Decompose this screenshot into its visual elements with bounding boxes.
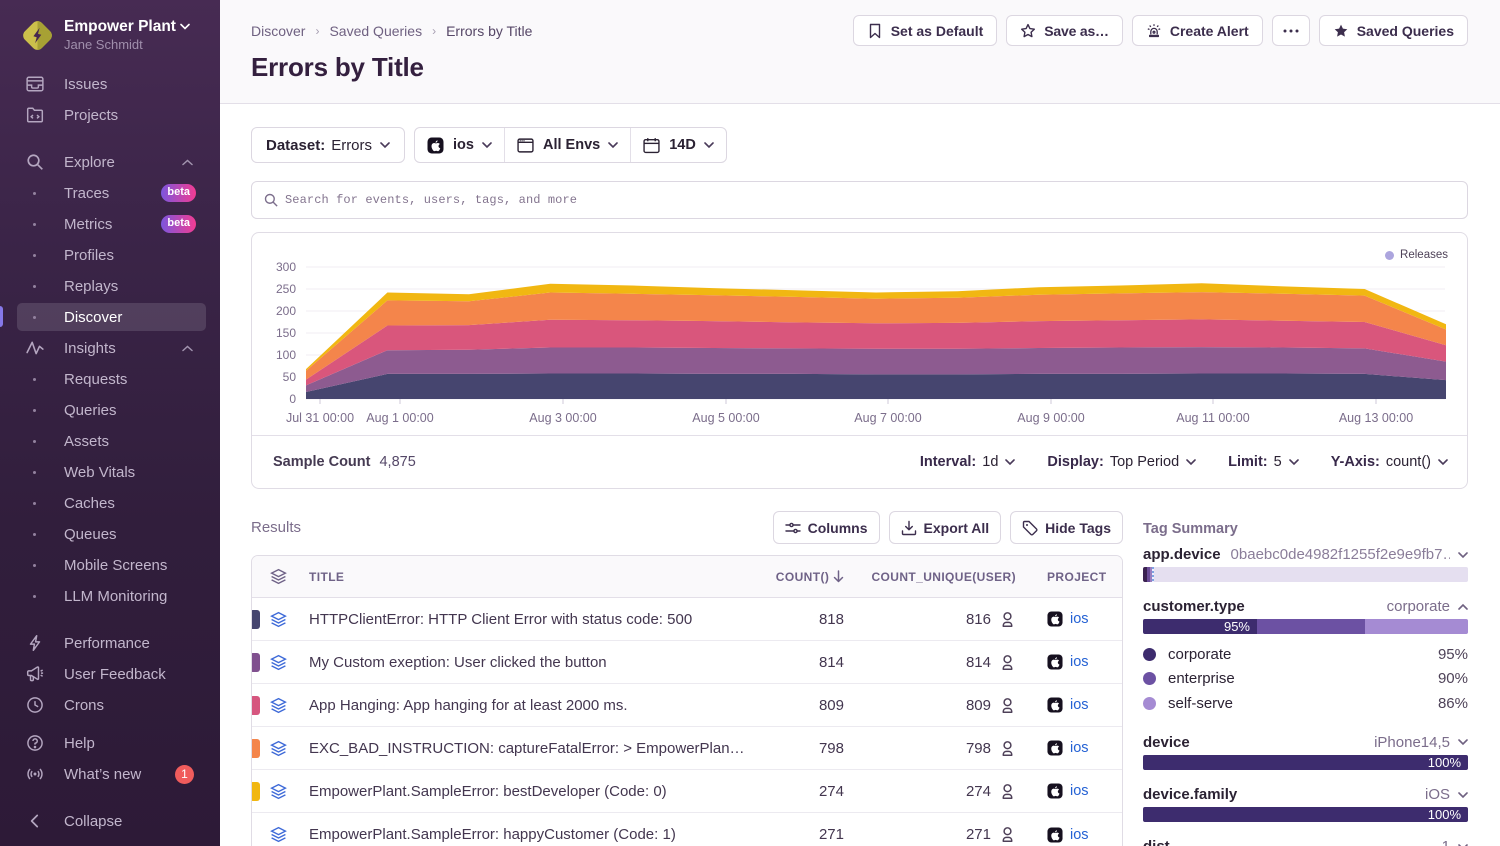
svg-text:Aug 13 00:00: Aug 13 00:00 bbox=[1339, 411, 1413, 425]
svg-text:100: 100 bbox=[276, 348, 296, 362]
svg-text:Jul 31 00:00: Jul 31 00:00 bbox=[286, 411, 354, 425]
svg-text:Aug 7 00:00: Aug 7 00:00 bbox=[854, 411, 921, 425]
svg-text:300: 300 bbox=[276, 260, 296, 274]
svg-text:Aug 11 00:00: Aug 11 00:00 bbox=[1176, 411, 1249, 425]
svg-text:0: 0 bbox=[289, 392, 296, 406]
svg-text:Aug 1 00:00: Aug 1 00:00 bbox=[366, 411, 433, 425]
svg-text:200: 200 bbox=[276, 304, 296, 318]
svg-text:Aug 3 00:00: Aug 3 00:00 bbox=[529, 411, 596, 425]
svg-text:Aug 9 00:00: Aug 9 00:00 bbox=[1017, 411, 1084, 425]
svg-text:150: 150 bbox=[276, 326, 296, 340]
svg-text:Aug 5 00:00: Aug 5 00:00 bbox=[692, 411, 759, 425]
svg-text:50: 50 bbox=[283, 370, 297, 384]
svg-text:250: 250 bbox=[276, 282, 296, 296]
